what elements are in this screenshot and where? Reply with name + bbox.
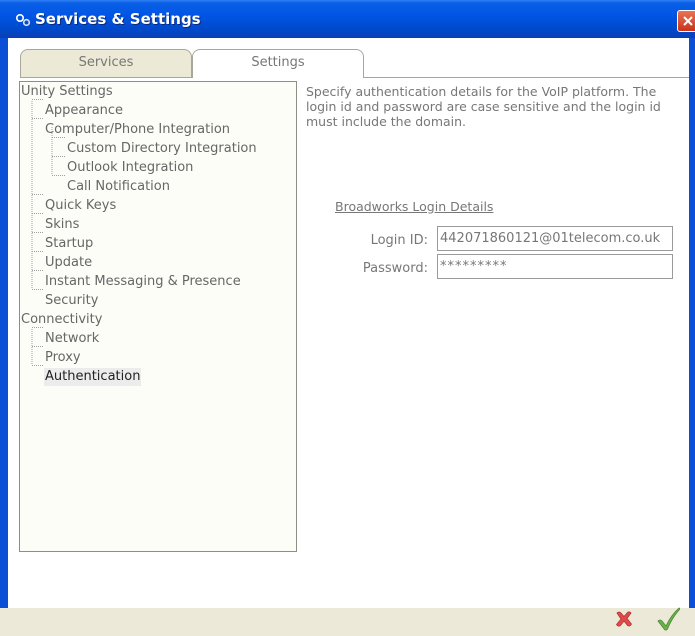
tree-item-call-notification[interactable]: Call Notification <box>67 178 170 196</box>
ok-button[interactable] <box>656 605 682 633</box>
tree-item-proxy[interactable]: Proxy <box>45 349 81 367</box>
red-x-cancel-icon <box>616 611 632 627</box>
login-id-label: Login ID: <box>370 233 428 248</box>
tree-item-update[interactable]: Update <box>45 254 92 272</box>
tree-item-connectivity[interactable]: Connectivity <box>21 311 102 329</box>
login-id-input[interactable] <box>437 226 673 251</box>
close-icon <box>683 16 693 26</box>
tree-item-unity-settings[interactable]: Unity Settings <box>21 83 113 101</box>
tree-item-security[interactable]: Security <box>45 292 98 310</box>
section-title: Broadworks Login Details <box>335 199 494 214</box>
window-title: Services & Settings <box>35 10 201 28</box>
gears-icon <box>15 13 31 27</box>
window-frame-left <box>0 38 8 608</box>
tree-item-outlook-integration[interactable]: Outlook Integration <box>67 159 193 177</box>
description-text: Specify authentication details for the V… <box>306 84 661 129</box>
tab-settings[interactable]: Settings <box>192 49 364 78</box>
green-checkmark-icon <box>657 607 681 631</box>
window-frame-right <box>689 38 695 608</box>
tree-item-authentication[interactable]: Authentication <box>44 368 142 386</box>
window-client: Services Settings Unity Settings Appeara… <box>8 38 689 631</box>
settings-tree[interactable]: Unity Settings Appearance Computer/Phone… <box>19 81 297 552</box>
tree-item-instant-messaging-presence[interactable]: Instant Messaging & Presence <box>45 273 241 291</box>
cancel-button[interactable] <box>613 608 635 630</box>
title-bar[interactable]: Services & Settings <box>0 0 695 38</box>
close-button[interactable] <box>677 10 695 32</box>
tree-item-computer-phone-integration[interactable]: Computer/Phone Integration <box>45 121 230 139</box>
password-label: Password: <box>362 261 428 276</box>
tree-item-appearance[interactable]: Appearance <box>45 102 123 120</box>
tree-item-skins[interactable]: Skins <box>45 216 79 234</box>
password-input[interactable] <box>437 254 673 279</box>
tree-item-network[interactable]: Network <box>45 330 99 348</box>
tree-item-custom-directory-integration[interactable]: Custom Directory Integration <box>67 140 257 158</box>
tab-services[interactable]: Services <box>20 49 192 77</box>
tree-item-quick-keys[interactable]: Quick Keys <box>45 197 116 215</box>
tree-item-startup[interactable]: Startup <box>45 235 93 253</box>
